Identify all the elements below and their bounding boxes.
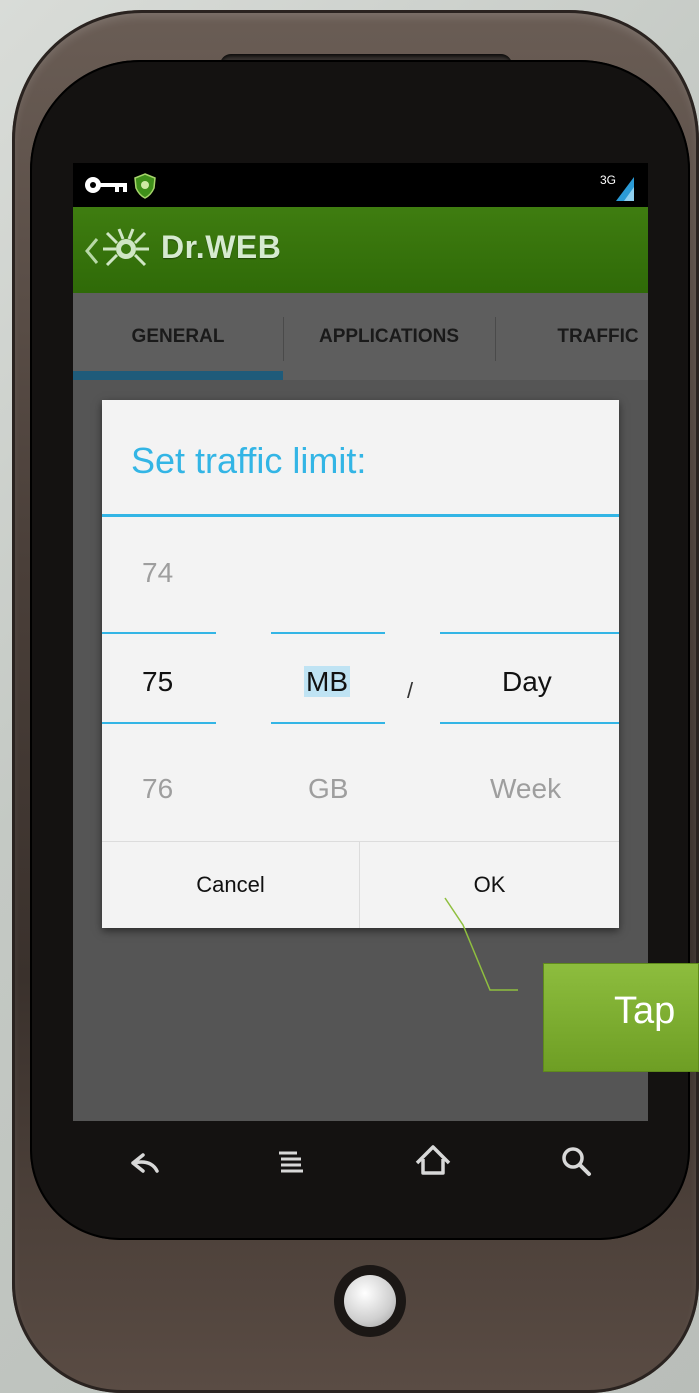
trackball-button[interactable] xyxy=(334,1265,406,1337)
drweb-shield-icon xyxy=(134,173,156,199)
unit-picker-value[interactable]: MB xyxy=(304,666,350,698)
tab-applications[interactable]: APPLICATIONS xyxy=(284,293,494,380)
search-icon[interactable] xyxy=(556,1141,596,1181)
unit-picker-bottom-line xyxy=(271,722,385,724)
period-picker-bottom-line xyxy=(440,722,619,724)
tap-callout: Tap xyxy=(543,963,699,1072)
menu-icon[interactable] xyxy=(271,1143,311,1183)
app-bar: Dr.WEB xyxy=(73,207,648,293)
unit-picker-next[interactable]: GB xyxy=(308,773,348,805)
callout-text: Tap xyxy=(614,990,676,1032)
dialog-title-divider xyxy=(102,514,619,517)
navigation-bar xyxy=(73,1121,648,1211)
number-picker-next[interactable]: 76 xyxy=(142,773,173,805)
up-navigation-chevron-icon[interactable] xyxy=(81,235,103,267)
home-icon[interactable] xyxy=(413,1141,453,1181)
ok-button[interactable]: OK xyxy=(360,842,619,928)
unit-selected-text: MB xyxy=(304,666,350,697)
tab-general[interactable]: GENERAL xyxy=(73,293,283,380)
back-icon[interactable] xyxy=(125,1143,165,1183)
unit-picker-top-line xyxy=(271,632,385,634)
trackball-cap xyxy=(344,1275,396,1327)
dialog-title: Set traffic limit: xyxy=(131,440,367,481)
period-picker-next[interactable]: Week xyxy=(490,773,561,805)
cancel-button[interactable]: Cancel xyxy=(102,842,359,928)
traffic-limit-dialog: Set traffic limit: 74 75 76 MB GB / Day … xyxy=(102,400,619,928)
number-picker-bottom-line xyxy=(102,722,216,724)
tab-separator xyxy=(495,317,496,361)
tab-bar: GENERAL APPLICATIONS TRAFFIC xyxy=(73,293,648,380)
status-bar: 3G xyxy=(73,163,648,207)
period-picker-value[interactable]: Day xyxy=(502,666,552,698)
signal-3g-icon: 3G xyxy=(600,173,634,201)
drweb-spider-logo-icon xyxy=(103,228,149,267)
picker-separator: / xyxy=(407,678,414,703)
active-tab-indicator xyxy=(73,371,283,380)
period-picker-top-line xyxy=(440,632,619,634)
svg-text:3G: 3G xyxy=(600,173,616,187)
tab-traffic[interactable]: TRAFFIC xyxy=(503,293,648,380)
number-picker-top-line xyxy=(102,632,216,634)
key-icon xyxy=(85,177,127,193)
number-picker-prev[interactable]: 74 xyxy=(142,557,173,589)
number-picker-value[interactable]: 75 xyxy=(142,666,173,698)
app-title: Dr.WEB xyxy=(161,229,282,265)
